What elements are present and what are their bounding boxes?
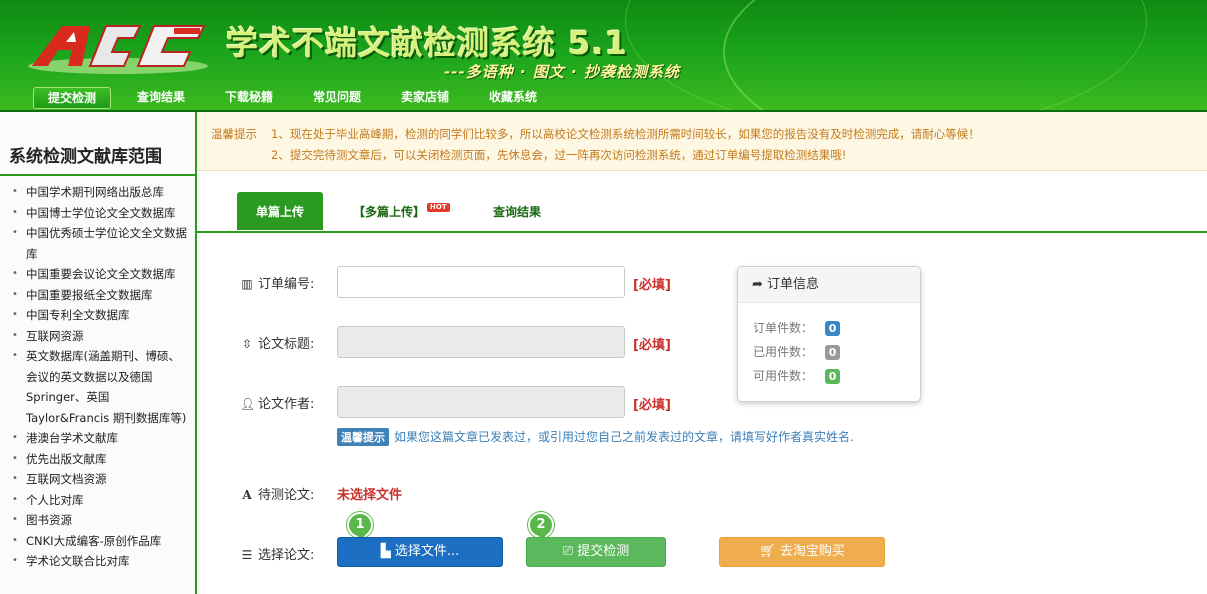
sidebar-divider [0, 174, 195, 176]
order-number-input[interactable] [337, 266, 625, 298]
hot-badge: HOT [427, 203, 450, 212]
order-info-header: ➦ 订单信息 [738, 267, 920, 303]
available-count-badge: 0 [825, 369, 841, 384]
tip-badge: 温馨提示 [337, 428, 389, 446]
notice-line-1: 1、现在处于毕业高峰期，检测的同学们比较多，所以高校论文检测系统检测所需时间较长… [271, 127, 980, 141]
nav-seller-shop[interactable]: 卖家店铺 [401, 87, 449, 107]
upload-tabs: 单篇上传 【多篇上传】 HOT 查询结果 [197, 190, 1207, 233]
used-count-badge: 0 [825, 345, 841, 360]
notice-box: 温馨提示 1、现在处于毕业高峰期，检测的同学们比较多，所以高校论文检测系统检测所… [197, 112, 1207, 171]
database-item: 中国专利全文数据库 [12, 305, 190, 326]
choose-file-button[interactable]: ▙ 选择文件... [337, 537, 503, 567]
order-required-mark: [必填] [633, 278, 671, 293]
nav-submit[interactable]: 提交检测 [33, 87, 112, 109]
step-2-marker: 2 [528, 512, 554, 540]
file-status: 未选择文件 [337, 488, 403, 503]
nav-bookmark[interactable]: 收藏系统 [489, 87, 537, 107]
title-required-mark: [必填] [633, 338, 671, 353]
user-icon: 👤︎ [240, 397, 256, 411]
database-item: 图书资源 [12, 510, 190, 531]
paper-title-label: ⇳ 论文标题: [241, 337, 315, 352]
order-count-badge: 0 [825, 321, 841, 336]
tab-multi-upload-label: 【多篇上传】 [353, 205, 426, 219]
database-item: 互联网文档资源 [12, 469, 190, 490]
buy-taobao-button[interactable]: 🛒︎ 去淘宝购买 [719, 537, 885, 567]
database-item: 优先出版文献库 [12, 449, 190, 470]
database-item: 学术论文联合比对库 [12, 551, 190, 572]
database-item: 中国博士学位论文全文数据库 [12, 203, 190, 224]
barcode-icon: ▥ [241, 277, 253, 291]
notice-label: 温馨提示 [211, 127, 257, 141]
tip-text: 如果您这篇文章已发表过，或引用过您自己之前发表过的文章，请填写好作者真实姓名. [394, 430, 854, 444]
used-count-row: 已用件数： 0 [753, 343, 841, 360]
nav-faq[interactable]: 常见问题 [313, 87, 361, 107]
sidebar: 系统检测文献库范围 中国学术期刊网络出版总库 中国博士学位论文全文数据库 中国优… [0, 112, 197, 594]
inbox-icon: ⎚ [562, 544, 574, 559]
notice-line-2: 2、提交完待测文章后，可以关闭检测页面，先休息会，过一阵再次访问检测系统，通过订… [271, 148, 847, 162]
select-paper-label: ☰ 选择论文: [241, 548, 315, 563]
tab-multi-upload[interactable]: 【多篇上传】 HOT [353, 192, 450, 230]
pending-paper-label: A 待测论文: [240, 484, 314, 503]
site-logo [28, 25, 208, 74]
paper-author-input[interactable] [337, 386, 625, 418]
site-subtitle: ---多语种 · 图文 · 抄袭检测系统 [444, 63, 680, 81]
database-item: 中国优秀硕士学位论文全文数据库 [12, 223, 190, 264]
order-info-panel: ➦ 订单信息 订单件数： 0 已用件数： 0 可用件数： 0 [737, 266, 921, 402]
author-required-mark: [必填] [633, 398, 671, 413]
database-list: 中国学术期刊网络出版总库 中国博士学位论文全文数据库 中国优秀硕士学位论文全文数… [0, 182, 190, 572]
main-nav: 提交检测 查询结果 下载秘籍 常见问题 卖家店铺 收藏系统 [0, 84, 1207, 110]
database-item: 互联网资源 [12, 326, 190, 347]
database-item: CNKI大成编客-原创作品库 [12, 531, 190, 552]
cart-icon: 🛒︎ [759, 544, 776, 559]
text-height-icon: ⇳ [241, 337, 253, 351]
share-icon: ➦ [752, 277, 763, 292]
available-count-row: 可用件数： 0 [753, 367, 841, 384]
database-item: 中国重要会议论文全文数据库 [12, 264, 190, 285]
paper-title-input[interactable] [337, 326, 625, 358]
site-header: 学术不端文献检测系统 5.1 ---多语种 · 图文 · 抄袭检测系统 提交检测… [0, 0, 1207, 112]
nav-download-tips[interactable]: 下载秘籍 [225, 87, 273, 107]
sidebar-title: 系统检测文献库范围 [9, 147, 162, 167]
font-icon: A [242, 488, 252, 502]
site-title: 学术不端文献检测系统 5.1 [226, 24, 628, 62]
order-count-row: 订单件数： 0 [753, 319, 841, 336]
database-item: 英文数据库(涵盖期刊、博硕、会议的英文数据以及德国Springer、英国Tayl… [12, 346, 190, 428]
nav-query-results[interactable]: 查询结果 [137, 87, 185, 107]
author-tip: 温馨提示 如果您这篇文章已发表过，或引用过您自己之前发表过的文章，请填写好作者真实… [337, 428, 854, 446]
database-item: 港澳台学术文献库 [12, 428, 190, 449]
tab-query-results[interactable]: 查询结果 [493, 192, 541, 230]
submit-check-button[interactable]: ⎚ 提交检测 [526, 537, 666, 567]
step-1-marker: 1 [347, 512, 373, 540]
database-item: 中国重要报纸全文数据库 [12, 285, 190, 306]
list-icon: ☰ [241, 548, 253, 562]
database-item: 个人比对库 [12, 490, 190, 511]
file-icon: ▙ [380, 544, 391, 559]
paper-author-label: 👤︎ 论文作者: [240, 397, 315, 412]
tab-single-upload[interactable]: 单篇上传 [237, 192, 323, 230]
order-number-label: ▥ 订单编号: [241, 277, 315, 292]
database-item: 中国学术期刊网络出版总库 [12, 182, 190, 203]
